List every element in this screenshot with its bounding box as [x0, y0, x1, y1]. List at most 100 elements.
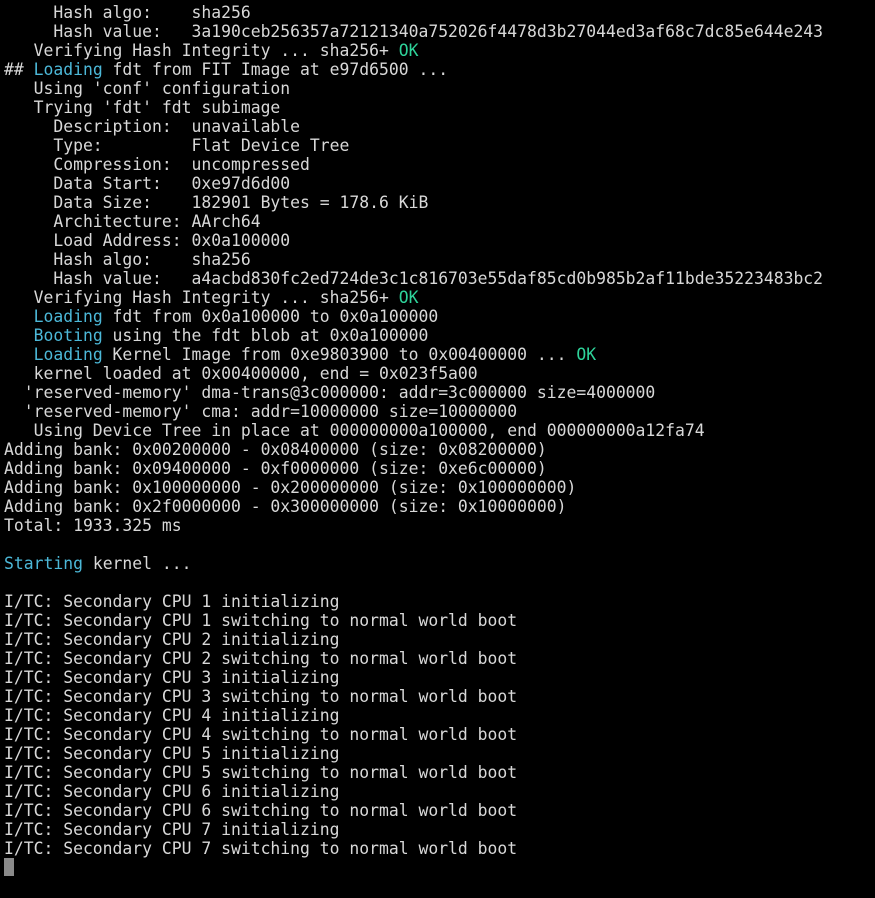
terminal-text: I/TC: Secondary CPU 1 switching to norma… — [4, 611, 518, 630]
highlighted-keyword: Loading — [33, 307, 103, 326]
terminal-text: Hash algo: sha256 — [4, 3, 251, 22]
terminal-text: Data Size: 182901 Bytes = 178.6 KiB — [4, 193, 429, 212]
terminal-text: Verifying Hash Integrity ... sha256+ — [4, 288, 399, 307]
terminal-text: I/TC: Secondary CPU 5 switching to norma… — [4, 763, 518, 782]
terminal-text: I/TC: Secondary CPU 2 switching to norma… — [4, 649, 518, 668]
terminal-text: Description: unavailable — [4, 117, 301, 136]
terminal-text: 'reserved-memory' cma: addr=10000000 siz… — [4, 402, 518, 421]
terminal-text: Compression: uncompressed — [4, 155, 310, 174]
status-ok: OK — [398, 288, 419, 307]
terminal-text: Data Start: 0xe97d6d00 — [4, 174, 291, 193]
terminal-line: Data Size: 182901 Bytes = 178.6 KiB — [4, 193, 875, 212]
terminal-text: I/TC: Secondary CPU 1 initializing — [4, 592, 340, 611]
terminal-line: Load Address: 0x0a100000 — [4, 231, 875, 250]
status-ok: OK — [398, 41, 419, 60]
terminal-line: Data Start: 0xe97d6d00 — [4, 174, 875, 193]
terminal-text: fdt from 0x0a100000 to 0x0a100000 — [102, 307, 439, 326]
terminal-line: Compression: uncompressed — [4, 155, 875, 174]
terminal-line: Hash algo: sha256 — [4, 250, 875, 269]
terminal-window[interactable]: Hash algo: sha256 Hash value: 3a190ceb25… — [0, 0, 875, 898]
terminal-line: Architecture: AArch64 — [4, 212, 875, 231]
terminal-line: Loading Kernel Image from 0xe9803900 to … — [4, 345, 875, 364]
terminal-line: ## Loading fdt from FIT Image at e97d650… — [4, 60, 875, 79]
terminal-text: I/TC: Secondary CPU 3 initializing — [4, 668, 340, 687]
terminal-line: Hash value: a4acbd830fc2ed724de3c1c81670… — [4, 269, 875, 288]
terminal-line: Adding bank: 0x00200000 - 0x08400000 (si… — [4, 440, 875, 459]
terminal-text: Using 'conf' configuration — [4, 79, 291, 98]
terminal-line: Trying 'fdt' fdt subimage — [4, 98, 875, 117]
terminal-line: I/TC: Secondary CPU 5 initializing — [4, 744, 875, 763]
terminal-line: Loading fdt from 0x0a100000 to 0x0a10000… — [4, 307, 875, 326]
text-cursor — [4, 858, 14, 876]
terminal-text: I/TC: Secondary CPU 6 switching to norma… — [4, 801, 518, 820]
terminal-text: I/TC: Secondary CPU 7 switching to norma… — [4, 839, 518, 858]
highlighted-keyword: Loading — [33, 345, 103, 364]
terminal-text: Trying 'fdt' fdt subimage — [4, 98, 281, 117]
terminal-text: I/TC: Secondary CPU 7 initializing — [4, 820, 340, 839]
highlighted-keyword: Loading — [33, 60, 103, 79]
terminal-line: I/TC: Secondary CPU 2 switching to norma… — [4, 649, 875, 668]
terminal-line: Description: unavailable — [4, 117, 875, 136]
terminal-line: I/TC: Secondary CPU 3 switching to norma… — [4, 687, 875, 706]
terminal-line: Verifying Hash Integrity ... sha256+ OK — [4, 288, 875, 307]
terminal-text: I/TC: Secondary CPU 5 initializing — [4, 744, 340, 763]
terminal-text: Type: Flat Device Tree — [4, 136, 350, 155]
terminal-text: Hash value: a4acbd830fc2ed724de3c1c81670… — [4, 269, 824, 288]
terminal-text: kernel ... — [82, 554, 192, 573]
terminal-line: 'reserved-memory' dma-trans@3c000000: ad… — [4, 383, 875, 402]
terminal-line: kernel loaded at 0x00400000, end = 0x023… — [4, 364, 875, 383]
terminal-line: Verifying Hash Integrity ... sha256+ OK — [4, 41, 875, 60]
terminal-line: I/TC: Secondary CPU 6 initializing — [4, 782, 875, 801]
terminal-text: kernel loaded at 0x00400000, end = 0x023… — [4, 364, 478, 383]
terminal-text: I/TC: Secondary CPU 6 initializing — [4, 782, 340, 801]
terminal-text: ## — [4, 60, 34, 79]
highlighted-keyword: Booting — [33, 326, 103, 345]
terminal-text: fdt from FIT Image at e97d6500 ... — [102, 60, 449, 79]
terminal-line: Adding bank: 0x2f0000000 - 0x300000000 (… — [4, 497, 875, 516]
terminal-text: I/TC: Secondary CPU 4 switching to norma… — [4, 725, 518, 744]
terminal-line: I/TC: Secondary CPU 2 initializing — [4, 630, 875, 649]
terminal-text: Adding bank: 0x2f0000000 - 0x300000000 (… — [4, 497, 567, 516]
terminal-text: Adding bank: 0x100000000 - 0x200000000 (… — [4, 478, 577, 497]
terminal-line: I/TC: Secondary CPU 1 initializing — [4, 592, 875, 611]
terminal-text: Architecture: AArch64 — [4, 212, 261, 231]
terminal-text: I/TC: Secondary CPU 2 initializing — [4, 630, 340, 649]
terminal-line: Using 'conf' configuration — [4, 79, 875, 98]
terminal-text: Adding bank: 0x00200000 - 0x08400000 (si… — [4, 440, 547, 459]
terminal-line: Using Device Tree in place at 000000000a… — [4, 421, 875, 440]
terminal-text: Kernel Image from 0xe9803900 to 0x004000… — [102, 345, 577, 364]
terminal-text: Load Address: 0x0a100000 — [4, 231, 291, 250]
terminal-line: I/TC: Secondary CPU 1 switching to norma… — [4, 611, 875, 630]
terminal-text: Total: 1933.325 ms — [4, 516, 182, 535]
terminal-text: 'reserved-memory' dma-trans@3c000000: ad… — [4, 383, 656, 402]
terminal-line: I/TC: Secondary CPU 4 initializing — [4, 706, 875, 725]
terminal-text: using the fdt blob at 0x0a100000 — [102, 326, 429, 345]
terminal-line: I/TC: Secondary CPU 7 switching to norma… — [4, 839, 875, 858]
terminal-line: Hash value: 3a190ceb256357a72121340a7520… — [4, 22, 875, 41]
terminal-output: Hash algo: sha256 Hash value: 3a190ceb25… — [4, 3, 875, 858]
terminal-text: I/TC: Secondary CPU 3 switching to norma… — [4, 687, 518, 706]
terminal-line: I/TC: Secondary CPU 7 initializing — [4, 820, 875, 839]
terminal-line: Type: Flat Device Tree — [4, 136, 875, 155]
terminal-line: Booting using the fdt blob at 0x0a100000 — [4, 326, 875, 345]
terminal-text: Adding bank: 0x09400000 - 0xf0000000 (si… — [4, 459, 547, 478]
terminal-line: Adding bank: 0x100000000 - 0x200000000 (… — [4, 478, 875, 497]
terminal-prompt-line[interactable] — [4, 858, 875, 877]
terminal-line: I/TC: Secondary CPU 3 initializing — [4, 668, 875, 687]
terminal-line: I/TC: Secondary CPU 6 switching to norma… — [4, 801, 875, 820]
highlighted-keyword: Starting — [4, 554, 83, 573]
terminal-text: Using Device Tree in place at 000000000a… — [4, 421, 705, 440]
terminal-line: Adding bank: 0x09400000 - 0xf0000000 (si… — [4, 459, 875, 478]
terminal-line: Starting kernel ... — [4, 554, 875, 573]
terminal-text: Hash algo: sha256 — [4, 250, 251, 269]
terminal-line: Total: 1933.325 ms — [4, 516, 875, 535]
terminal-text: Hash value: 3a190ceb256357a72121340a7520… — [4, 22, 824, 41]
terminal-line: I/TC: Secondary CPU 5 switching to norma… — [4, 763, 875, 782]
terminal-line: 'reserved-memory' cma: addr=10000000 siz… — [4, 402, 875, 421]
terminal-line: Hash algo: sha256 — [4, 3, 875, 22]
terminal-text: Verifying Hash Integrity ... sha256+ — [4, 41, 399, 60]
